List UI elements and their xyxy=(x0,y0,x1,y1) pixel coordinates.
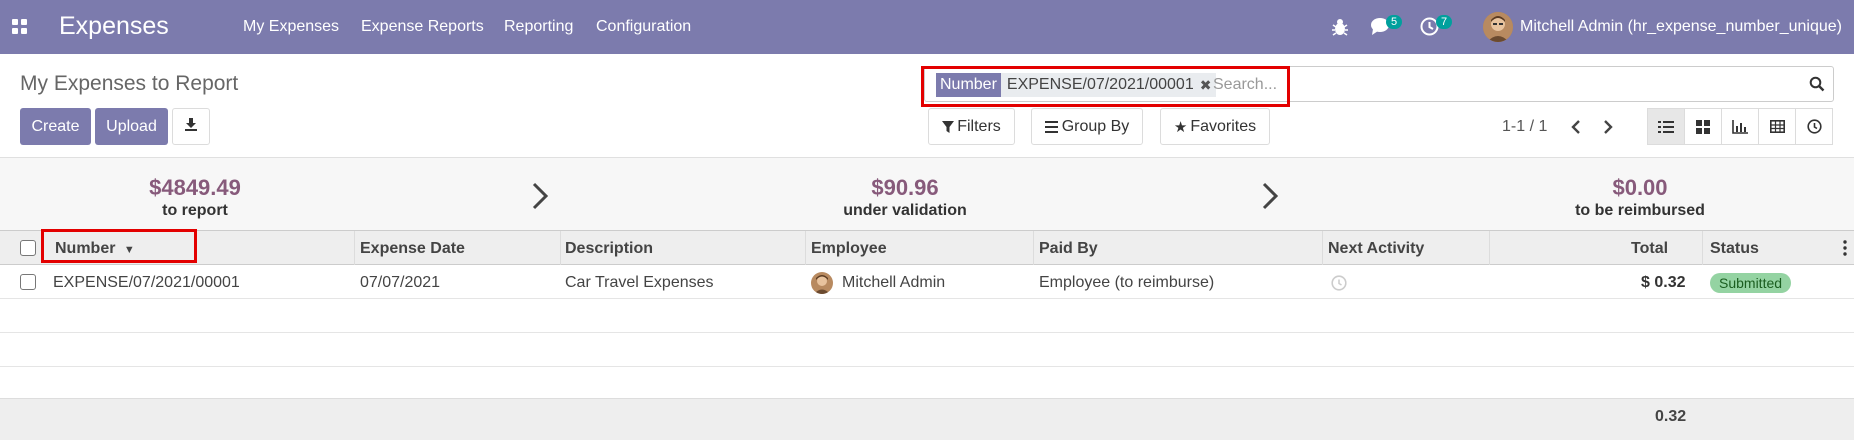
empty-row xyxy=(0,333,1854,367)
upload-button[interactable]: Upload xyxy=(95,108,168,145)
messages-count-badge: 5 xyxy=(1386,15,1403,29)
next-activity-clock-icon[interactable] xyxy=(1331,275,1347,296)
table-icon xyxy=(1769,120,1785,133)
kanban-view-icon xyxy=(1696,119,1710,134)
clock-icon xyxy=(1806,119,1822,134)
stat-to-report-label: to report xyxy=(162,202,228,219)
search-facet-highlight xyxy=(921,66,1290,107)
optional-columns-kebab-icon[interactable] xyxy=(1843,240,1847,261)
star-icon: ★ xyxy=(1173,118,1188,136)
table-header: Number ▼ Expense Date Description Employ… xyxy=(0,230,1854,265)
empty-row xyxy=(0,299,1854,333)
menu-my-expenses[interactable]: My Expenses xyxy=(243,18,339,36)
row-select-checkbox[interactable] xyxy=(20,274,36,290)
cell-number: EXPENSE/07/2021/00001 xyxy=(53,274,240,291)
pager-value[interactable]: 1-1 / 1 xyxy=(1502,118,1547,136)
pager-previous-icon[interactable] xyxy=(1570,119,1582,140)
activities-count-badge: 7 xyxy=(1436,15,1453,29)
user-name[interactable]: Mitchell Admin (hr_expense_number_unique… xyxy=(1520,18,1842,36)
download-button[interactable] xyxy=(172,108,210,145)
group-by-label: Group By xyxy=(1061,117,1130,135)
column-header-paid-by[interactable]: Paid By xyxy=(1039,240,1098,258)
chevron-right-icon xyxy=(531,181,549,216)
empty-row xyxy=(0,365,1854,399)
stat-under-validation-label: under validation xyxy=(843,202,967,219)
column-header-next-activity[interactable]: Next Activity xyxy=(1328,240,1424,258)
stat-to-be-reimbursed[interactable]: $0.00 to be reimbursed xyxy=(1560,175,1720,220)
apps-menu-icon[interactable] xyxy=(12,19,28,35)
footer-total: 0.32 xyxy=(1655,408,1687,425)
top-navbar: Expenses My Expenses Expense Reports Rep… xyxy=(0,0,1854,54)
stat-to-report-amount: $4849.49 xyxy=(149,175,241,200)
graph-view-button[interactable] xyxy=(1721,108,1759,145)
activity-view-button[interactable] xyxy=(1795,108,1833,145)
table-footer: 0.32 xyxy=(0,398,1854,440)
cell-expense-date: 07/07/2021 xyxy=(360,274,441,291)
user-avatar[interactable] xyxy=(1483,12,1513,42)
expense-summary-bar: $4849.49 to report $90.96 under validati… xyxy=(0,157,1854,230)
download-icon xyxy=(184,117,198,136)
kanban-view-button[interactable] xyxy=(1684,108,1722,145)
filter-icon xyxy=(942,120,955,133)
list-view-button[interactable] xyxy=(1647,108,1685,145)
page-title: My Expenses to Report xyxy=(20,72,239,95)
cell-paid-by: Employee (to reimburse) xyxy=(1039,274,1215,291)
table-row[interactable]: EXPENSE/07/2021/00001 07/07/2021 Car Tra… xyxy=(0,265,1854,299)
search-icon[interactable] xyxy=(1809,76,1825,97)
stat-under-validation[interactable]: $90.96 under validation xyxy=(805,175,1005,220)
employee-avatar xyxy=(811,272,833,294)
menu-expense-reports[interactable]: Expense Reports xyxy=(361,18,484,36)
filters-label: Filters xyxy=(957,117,1001,135)
select-all-checkbox[interactable] xyxy=(20,240,36,256)
stat-under-validation-amount: $90.96 xyxy=(871,175,939,200)
cell-total: $ 0.32 xyxy=(1641,274,1686,291)
cell-employee: Mitchell Admin xyxy=(842,274,946,291)
bar-chart-icon xyxy=(1732,119,1748,134)
group-by-button[interactable]: Group By xyxy=(1031,108,1143,145)
column-header-description[interactable]: Description xyxy=(565,240,653,258)
column-header-employee[interactable]: Employee xyxy=(811,240,887,258)
bars-icon xyxy=(1044,120,1058,133)
filters-button[interactable]: Filters xyxy=(928,108,1015,145)
column-header-total[interactable]: Total xyxy=(1631,240,1668,258)
menu-configuration[interactable]: Configuration xyxy=(596,18,691,36)
menu-reporting[interactable]: Reporting xyxy=(504,18,573,36)
cell-description: Car Travel Expenses xyxy=(565,274,714,291)
column-header-expense-date[interactable]: Expense Date xyxy=(360,240,465,258)
stat-to-be-reimbursed-amount: $0.00 xyxy=(1612,175,1668,200)
stat-to-be-reimbursed-label: to be reimbursed xyxy=(1575,202,1705,219)
create-button[interactable]: Create xyxy=(20,108,91,145)
status-badge: Submitted xyxy=(1710,273,1792,293)
bug-icon[interactable] xyxy=(1331,17,1349,42)
favorites-button[interactable]: ★ Favorites xyxy=(1160,108,1270,145)
chevron-right-icon xyxy=(1261,181,1279,216)
stat-to-report[interactable]: $4849.49 to report xyxy=(120,175,270,220)
list-view-icon xyxy=(1658,120,1674,133)
favorites-label: Favorites xyxy=(1190,117,1257,135)
pager-next-icon[interactable] xyxy=(1602,119,1614,140)
pivot-view-button[interactable] xyxy=(1758,108,1796,145)
app-name[interactable]: Expenses xyxy=(59,12,169,41)
column-header-status[interactable]: Status xyxy=(1710,240,1759,258)
number-column-highlight xyxy=(41,229,197,263)
